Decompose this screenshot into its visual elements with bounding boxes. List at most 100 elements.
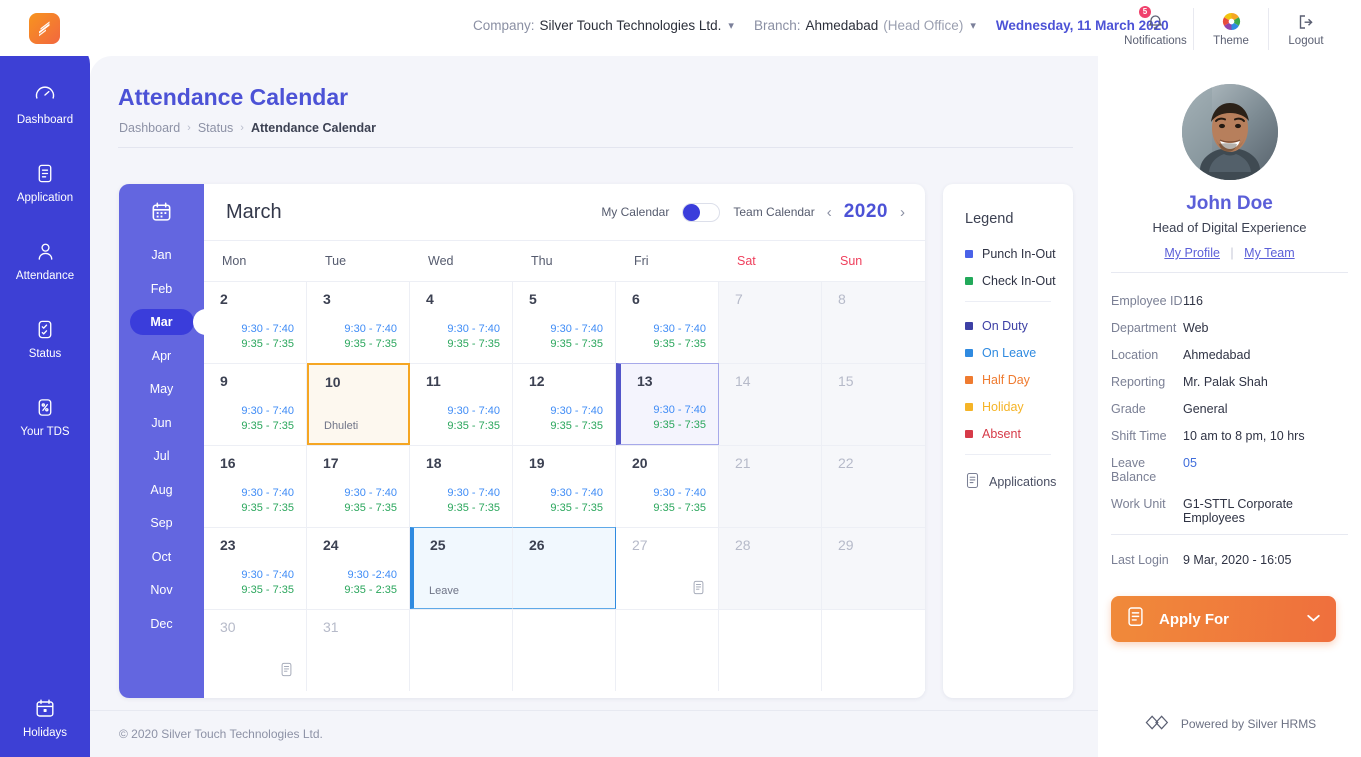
legend-applications[interactable]: Applications — [965, 472, 1073, 492]
legend-item-on-leave[interactable]: On Leave — [965, 346, 1073, 360]
profile-field-key: Department — [1111, 321, 1177, 335]
chevron-down-icon[interactable] — [1306, 610, 1321, 628]
my-profile-link[interactable]: My Profile — [1164, 246, 1220, 260]
chevron-right-icon[interactable]: › — [896, 204, 909, 221]
calendar-day-15[interactable]: 15 — [822, 363, 925, 445]
legend-item-half-day[interactable]: Half Day — [965, 373, 1073, 387]
sidebar-item-status[interactable]: Status — [0, 306, 90, 371]
calendar-day-17[interactable]: 17 9:30 - 7:40 9:35 - 7:35 — [307, 445, 410, 527]
calendar-day-14[interactable]: 14 — [719, 363, 822, 445]
check-in-out-time: 9:35 - 7:35 — [241, 502, 294, 514]
calendar-day-21[interactable]: 21 — [719, 445, 822, 527]
month-pill-oct[interactable]: Oct — [130, 544, 194, 570]
my-calendar-label[interactable]: My Calendar — [601, 205, 669, 219]
branch-value[interactable]: Ahmedabad — [805, 18, 878, 33]
profile-field-reporting: Reporting Mr. Palak Shah — [1111, 375, 1351, 389]
calendar-day-9[interactable]: 9 9:30 - 7:40 9:35 - 7:35 — [204, 363, 307, 445]
month-pill-aug[interactable]: Aug — [130, 477, 194, 503]
profile-field-value: 116 — [1183, 294, 1203, 308]
calendar-week-row: 16 9:30 - 7:40 9:35 - 7:35 17 9:30 - 7:40 9:3… — [204, 445, 925, 527]
company-value[interactable]: Silver Touch Technologies Ltd. — [540, 18, 722, 33]
month-pill-sep[interactable]: Sep — [130, 510, 194, 536]
avatar[interactable] — [1181, 84, 1278, 180]
sidebar-item-holidays[interactable]: Holidays — [0, 696, 90, 739]
day-number: 29 — [838, 537, 854, 553]
calendar-day-31[interactable]: 31 — [307, 609, 410, 691]
month-pill-mar[interactable]: Mar — [129, 309, 215, 335]
breadcrumb-status[interactable]: Status — [198, 121, 233, 135]
calendar-day-27[interactable]: 27 — [616, 527, 719, 609]
app-logo-icon[interactable] — [29, 13, 60, 44]
legend-item-holiday[interactable]: Holiday — [965, 400, 1073, 414]
calendar-day-30[interactable]: 30 — [204, 609, 307, 691]
calendar-day-6[interactable]: 6 9:30 - 7:40 9:35 - 7:35 — [616, 281, 719, 363]
logout-button[interactable]: Logout — [1268, 8, 1343, 50]
company-label: Company: — [473, 18, 535, 33]
sidebar-label-holidays: Holidays — [22, 727, 68, 739]
legend-item-punch-in-out[interactable]: Punch In-Out — [965, 247, 1073, 261]
month-pill-dec[interactable]: Dec — [130, 611, 194, 637]
sidebar-item-your-tds[interactable]: Your TDS — [0, 384, 90, 449]
calendar-day-18[interactable]: 18 9:30 - 7:40 9:35 - 7:35 — [410, 445, 513, 527]
team-calendar-label[interactable]: Team Calendar — [733, 205, 814, 219]
application-doc-icon[interactable] — [280, 662, 293, 682]
calendar-day-3[interactable]: 3 9:30 - 7:40 9:35 - 7:35 — [307, 281, 410, 363]
theme-button[interactable]: Theme — [1193, 8, 1268, 50]
sidebar-item-application[interactable]: Application — [0, 150, 90, 215]
my-team-link[interactable]: My Team — [1244, 246, 1294, 260]
calendar-day-29[interactable]: 29 — [822, 527, 925, 609]
apply-for-button[interactable]: Apply For — [1111, 596, 1336, 642]
calendar-mode-toggle[interactable] — [682, 202, 721, 222]
calendar-day-26[interactable]: 26 — [513, 527, 616, 609]
day-number: 27 — [632, 537, 648, 553]
calendar-day-25[interactable]: 25 Leave — [410, 527, 513, 609]
application-doc-icon[interactable] — [692, 580, 705, 600]
calendar-day-23[interactable]: 23 9:30 - 7:40 9:35 - 7:35 — [204, 527, 307, 609]
calendar-day-7[interactable]: 7 — [719, 281, 822, 363]
calendar-day-11[interactable]: 11 9:30 - 7:40 9:35 - 7:35 — [410, 363, 513, 445]
calendar-day-4[interactable]: 4 9:30 - 7:40 9:35 - 7:35 — [410, 281, 513, 363]
left-sidebar: Dashboard Application Attendance Status … — [0, 44, 90, 757]
logout-label: Logout — [1288, 35, 1324, 47]
month-pill-nov[interactable]: Nov — [130, 577, 194, 603]
day-number: 17 — [323, 455, 339, 471]
sidebar-item-attendance[interactable]: Attendance — [0, 228, 90, 293]
chevron-left-icon[interactable]: ‹ — [823, 204, 836, 221]
calendar-body: March My Calendar Team Calendar ‹ 2020 ›… — [204, 184, 925, 698]
profile-field-value[interactable]: 05 — [1183, 456, 1197, 484]
percent-icon — [0, 395, 90, 419]
profile-field-value: Mr. Palak Shah — [1183, 375, 1268, 389]
month-pill-jul[interactable]: Jul — [130, 443, 194, 469]
company-chevron-down-icon[interactable]: ▾ — [728, 19, 734, 32]
calendar-day-28[interactable]: 28 — [719, 527, 822, 609]
calendar-day-5[interactable]: 5 9:30 - 7:40 9:35 - 7:35 — [513, 281, 616, 363]
month-pill-jan[interactable]: Jan — [130, 242, 194, 268]
month-pill-jun[interactable]: Jun — [130, 410, 194, 436]
calendar-day-20[interactable]: 20 9:30 - 7:40 9:35 - 7:35 — [616, 445, 719, 527]
profile-field-value: Web — [1183, 321, 1209, 335]
sidebar-item-dashboard[interactable]: Dashboard — [0, 72, 90, 137]
profile-field-leave-balance: Leave Balance 05 — [1111, 456, 1351, 484]
calendar-day-16[interactable]: 16 9:30 - 7:40 9:35 - 7:35 — [204, 445, 307, 527]
calendar-day-8[interactable]: 8 — [822, 281, 925, 363]
attendance-calendar-card: Jan Feb Mar Apr May Jun Jul Aug Sep Oct Nov Dec Mar… — [119, 184, 925, 698]
legend-item-on-duty[interactable]: On Duty — [965, 319, 1073, 333]
month-pill-may[interactable]: May — [130, 376, 194, 402]
legend-item-check-in-out[interactable]: Check In-Out — [965, 274, 1073, 288]
legend-item-absent[interactable]: Absent — [965, 427, 1073, 441]
profile-field-shift-time: Shift Time 10 am to 8 pm, 10 hrs — [1111, 429, 1351, 443]
calendar-day-10[interactable]: 10 Dhuleti — [307, 363, 410, 445]
month-pill-feb[interactable]: Feb — [130, 276, 194, 302]
month-pill-apr[interactable]: Apr — [130, 343, 194, 369]
calendar-day-24[interactable]: 24 9:30 -2:40 9:35 - 2:35 — [307, 527, 410, 609]
logout-icon — [1297, 11, 1315, 32]
calendar-day-22[interactable]: 22 — [822, 445, 925, 527]
calendar-day-13[interactable]: 13 9:30 - 7:40 9:35 - 7:35 — [616, 363, 719, 445]
calendar-day-19[interactable]: 19 9:30 - 7:40 9:35 - 7:35 — [513, 445, 616, 527]
notifications-button[interactable]: 5 Notifications — [1118, 6, 1193, 50]
breadcrumb-dashboard[interactable]: Dashboard — [119, 121, 180, 135]
branch-chevron-down-icon[interactable]: ▾ — [970, 19, 976, 32]
bell-icon: 5 — [1139, 6, 1164, 32]
calendar-day-12[interactable]: 12 9:30 - 7:40 9:35 - 7:35 — [513, 363, 616, 445]
calendar-day-2[interactable]: 2 9:30 - 7:40 9:35 - 7:35 — [204, 281, 307, 363]
